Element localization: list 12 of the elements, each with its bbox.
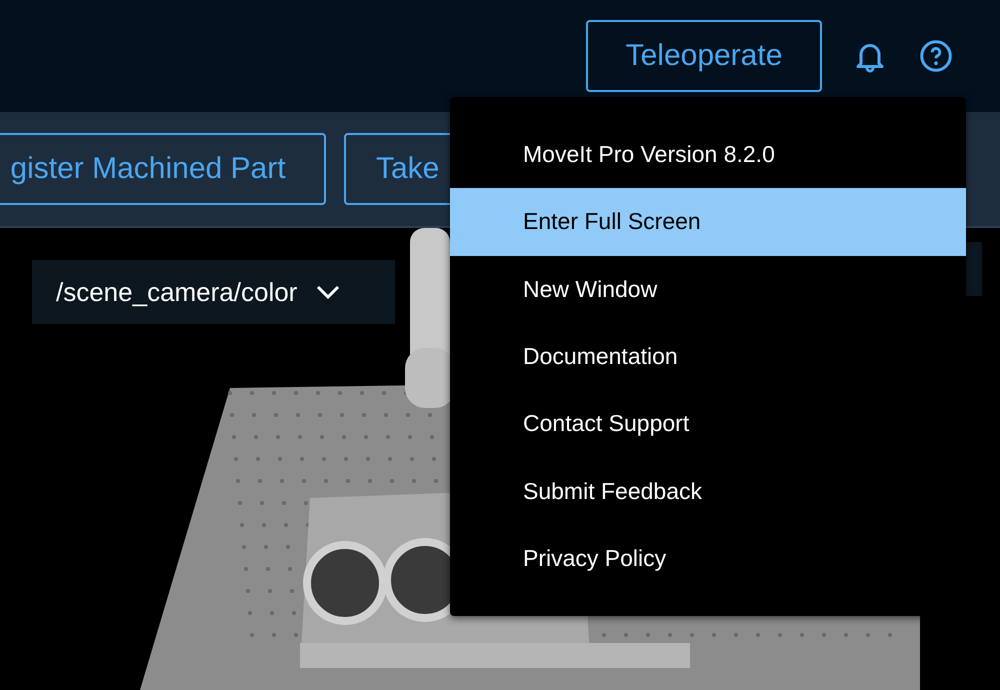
side-panel xyxy=(965,242,982,296)
help-icon[interactable] xyxy=(918,38,954,74)
teleoperate-button[interactable]: Teleoperate xyxy=(586,20,822,92)
menu-item[interactable]: Contact Support xyxy=(450,390,966,458)
menu-item[interactable]: New Window xyxy=(450,256,966,323)
menu-item[interactable]: Privacy Policy xyxy=(450,524,966,592)
menu-item[interactable]: Submit Feedback xyxy=(450,457,966,525)
menu-item[interactable]: Documentation xyxy=(450,322,966,390)
chevron-down-icon xyxy=(315,284,342,300)
toolbar-button[interactable]: gister Machined Part xyxy=(0,133,326,205)
menu-item[interactable]: Enter Full Screen xyxy=(450,188,966,256)
topic-dropdown[interactable]: /scene_camera/color xyxy=(32,260,395,324)
